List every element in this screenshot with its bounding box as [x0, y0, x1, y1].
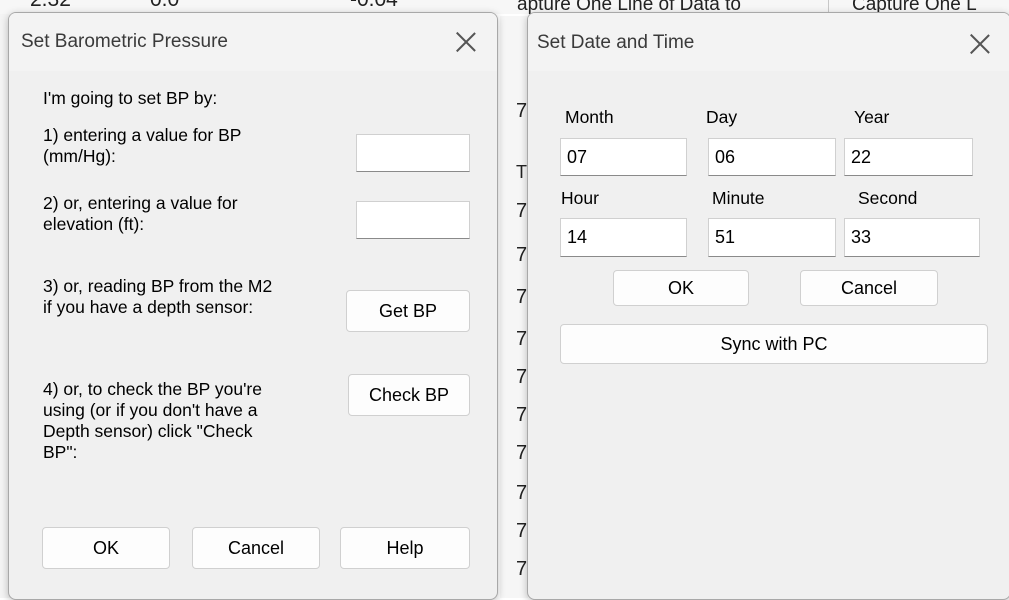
background-cell: 7 — [516, 328, 528, 350]
background-cell: 7 — [516, 244, 528, 266]
sync-with-pc-button[interactable]: Sync with PC — [560, 324, 988, 364]
check-bp-button[interactable]: Check BP — [348, 374, 470, 416]
year-input[interactable] — [844, 138, 973, 176]
background-cell: 7 — [516, 558, 528, 580]
option1-label-line2: (mm/Hg): — [43, 146, 116, 166]
close-icon[interactable] — [969, 33, 991, 55]
second-input[interactable] — [844, 218, 980, 257]
help-button[interactable]: Help — [340, 527, 470, 569]
dialog-title: Set Date and Time — [537, 32, 695, 53]
option2-label-line2: elevation (ft): — [43, 214, 145, 234]
option2-label-line1: 2) or, entering a value for — [43, 193, 238, 213]
background-cell: 2.32 — [30, 0, 71, 12]
option3-label-line1: 3) or, reading BP from the M2 — [43, 276, 273, 296]
ok-button[interactable]: OK — [613, 270, 749, 306]
hour-input[interactable] — [560, 218, 687, 257]
option4-label-line1: 4) or, to check the BP you're — [43, 379, 262, 399]
background-cell: 7 — [516, 482, 528, 504]
minute-label: Minute — [712, 188, 765, 208]
title-bar[interactable]: Set Barometric Pressure — [9, 13, 497, 71]
month-label: Month — [565, 107, 614, 127]
background-cell: 7 — [516, 520, 528, 542]
ok-button[interactable]: OK — [42, 527, 170, 569]
hour-label: Hour — [561, 188, 599, 208]
set-date-and-time-dialog: Set Date and Time Month Day Year Hour Mi… — [527, 12, 1009, 600]
background-cell: 7 — [516, 286, 528, 308]
option4-label-line4: BP": — [43, 442, 78, 462]
intro-label: I'm going to set BP by: — [43, 88, 218, 108]
background-cell: 7 — [516, 442, 528, 464]
close-icon[interactable] — [455, 31, 477, 53]
day-input[interactable] — [708, 138, 836, 176]
background-cell: 7 — [516, 100, 528, 122]
option3-label-line2: if you have a depth sensor: — [43, 297, 254, 317]
option4-label-line3: Depth sensor) click "Check — [43, 421, 253, 441]
background-cell: -0.04 — [350, 0, 398, 12]
minute-input[interactable] — [708, 218, 836, 257]
cancel-button[interactable]: Cancel — [192, 527, 320, 569]
second-label: Second — [858, 188, 918, 208]
cancel-button[interactable]: Cancel — [800, 270, 938, 306]
set-barometric-pressure-dialog: Set Barometric Pressure I'm going to set… — [8, 12, 498, 600]
option1-label-line1: 1) entering a value for BP — [43, 125, 242, 145]
year-label: Year — [854, 107, 890, 127]
background-cell: 7 — [516, 200, 528, 222]
title-bar[interactable]: Set Date and Time — [528, 13, 1009, 71]
background-cell: 7 — [516, 404, 528, 426]
elevation-value-input[interactable] — [356, 201, 470, 239]
option4-label-line2: using (or if you don't have a — [43, 400, 258, 420]
month-input[interactable] — [560, 138, 687, 176]
background-cell: 0.0 — [150, 0, 179, 12]
get-bp-button[interactable]: Get BP — [346, 290, 470, 332]
bp-value-input[interactable] — [356, 134, 470, 172]
background-cell: 7 — [516, 366, 528, 388]
background-cell: T — [516, 162, 527, 182]
dialog-title: Set Barometric Pressure — [21, 31, 228, 52]
day-label: Day — [706, 107, 738, 127]
